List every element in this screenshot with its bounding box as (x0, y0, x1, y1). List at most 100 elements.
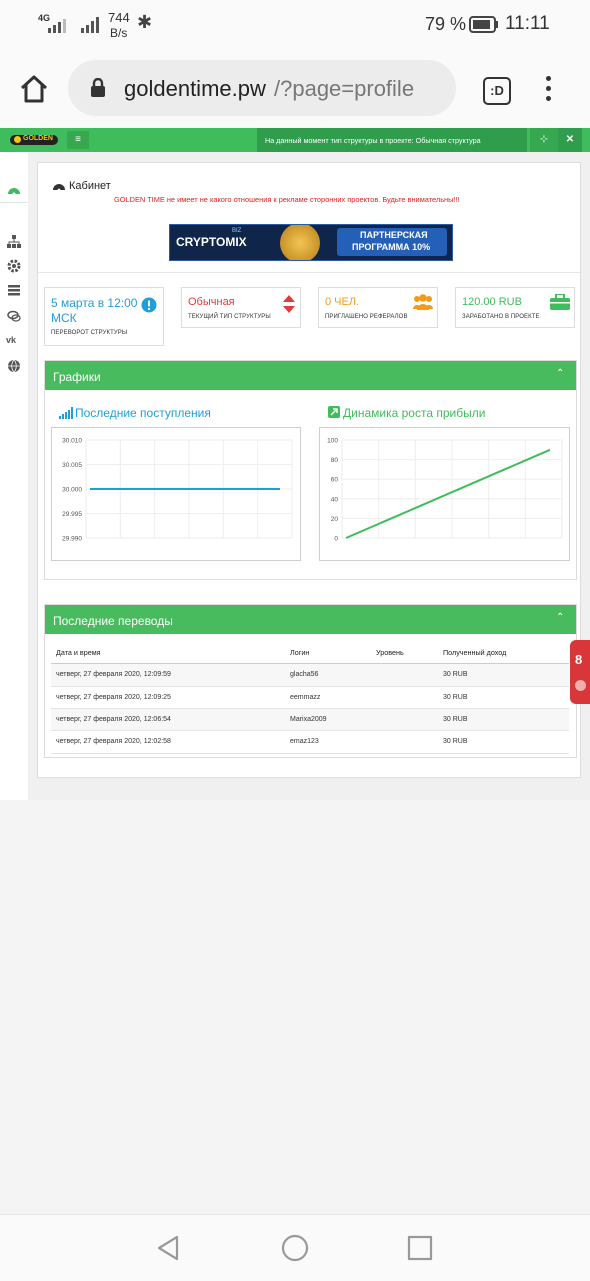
structure-notice-bar: На данный момент тип структуры в проекте… (257, 128, 527, 152)
battery-icon (469, 16, 498, 33)
side-tab-dot-icon (575, 680, 586, 691)
info-icon (141, 297, 157, 313)
menu-toggle-button[interactable]: ≡ (67, 131, 89, 149)
row-date: четверг, 27 февраля 2020, 12:09:59 (56, 671, 171, 678)
stat-label: Переворот структуры (51, 330, 128, 336)
col-date: Дата и время (56, 648, 101, 657)
signal-icon-2 (81, 17, 99, 33)
stat-value: 0 ЧЕЛ. (325, 296, 360, 308)
col-level: Уровень (376, 648, 404, 657)
url-path: /?page=profile (274, 76, 415, 101)
y-tick-label: 80 (331, 457, 339, 464)
row-income: 30 RUB (443, 716, 468, 723)
close-button[interactable]: ✕ (558, 128, 582, 152)
cabinet-panel: Кабинет GOLDEN TIME не имеет не какого о… (37, 162, 581, 778)
tabs-button[interactable]: :D (483, 77, 511, 105)
row-income: 30 RUB (443, 671, 468, 678)
site-logo[interactable]: GOLDEN (10, 135, 58, 145)
stat-label: Текущий тип структуры (188, 314, 271, 320)
collapse-icon[interactable]: ⌃ (556, 612, 564, 623)
right-chart-svg: 100 80 60 40 20 0 (327, 438, 563, 543)
sitemap-icon: ⊹ (539, 134, 549, 145)
overflow-menu-icon[interactable] (546, 76, 552, 104)
y-tick-label: 29.995 (62, 511, 82, 518)
back-icon[interactable] (155, 1234, 181, 1262)
y-tick-label: 30.000 (62, 487, 82, 494)
bluetooth-icon: ✱ (137, 12, 153, 32)
y-tick-label: 29.990 (62, 536, 82, 543)
home-icon[interactable] (18, 74, 50, 104)
lock-icon (91, 78, 105, 97)
sort-icon (283, 295, 295, 313)
vk-icon[interactable]: vk (6, 335, 16, 345)
side-tab-label: 8 (575, 652, 583, 667)
left-chart: 30.010 30.005 30.000 29.995 29.990 (51, 427, 301, 561)
main-content: Кабинет GOLDEN TIME не имеет не какого о… (28, 152, 590, 800)
row-income: 30 RUB (443, 738, 468, 745)
home-circle-icon[interactable] (281, 1234, 309, 1262)
stat-referrals: 0 ЧЕЛ. Приглашено рефералов (318, 287, 438, 328)
graphs-panel: Графики ⌃ Последние поступления Динамика… (44, 360, 577, 580)
dashboard-icon (8, 188, 20, 196)
sitemap-button[interactable]: ⊹ (530, 128, 558, 152)
stat-structure-type: Обычная Текущий тип структуры (181, 287, 301, 328)
close-icon: ✕ (565, 134, 575, 145)
structure-notice: На данный момент тип структуры в проекте… (265, 136, 481, 145)
floating-side-tab[interactable]: 8 (570, 640, 590, 704)
table-row: четверг, 27 февраля 2020, 12:09:25 eemma… (51, 686, 569, 709)
stat-earned: 120.00 RUB Заработано в проекте (455, 287, 575, 328)
system-nav-bar (0, 1214, 590, 1281)
row-date: четверг, 27 февраля 2020, 12:09:25 (56, 694, 171, 701)
row-income: 30 RUB (443, 694, 468, 701)
globe-icon[interactable] (6, 358, 22, 374)
transfers-panel: Последние переводы ⌃ Дата и время Логин … (44, 604, 577, 758)
col-login: Логин (290, 648, 310, 657)
row-date: четверг, 27 февраля 2020, 12:06:54 (56, 716, 171, 723)
row-login: Marixa2009 (290, 716, 327, 723)
left-chart-title: Последние поступления (75, 406, 211, 420)
row-login: glacha56 (290, 671, 319, 678)
chat-icon[interactable] (6, 308, 22, 324)
row-login: emaz123 (290, 738, 319, 745)
external-link-icon (328, 406, 340, 418)
hamburger-icon: ≡ (75, 134, 81, 145)
briefcase-icon (550, 294, 570, 310)
left-chart-svg: 30.010 30.005 30.000 29.995 29.990 (62, 438, 293, 543)
list-icon[interactable] (6, 282, 22, 298)
row-date: четверг, 27 февраля 2020, 12:02:58 (56, 738, 171, 745)
graphs-title: Графики (53, 370, 101, 384)
right-chart-title: Динамика роста прибыли (343, 406, 486, 420)
transfers-header[interactable]: Последние переводы ⌃ (45, 605, 576, 634)
y-tick-label: 60 (331, 477, 339, 484)
y-tick-label: 20 (331, 516, 339, 523)
cabinet-title: Кабинет (69, 180, 111, 192)
clock: 11:11 (505, 13, 550, 34)
cryptomix-banner[interactable]: CRYPTOMIX BIZ ПАРТНЕРСКАЯ ПРОГРАММА 10% (169, 224, 453, 261)
recents-icon[interactable] (407, 1235, 433, 1261)
speed-unit: B/s (110, 26, 128, 40)
row-login: eemmazz (290, 694, 321, 701)
browser-toolbar: goldentime.pw /?page=profile :D (0, 50, 590, 128)
col-income: Полученный доход (443, 648, 507, 657)
signal-bars-icon (59, 407, 73, 419)
site-header: GOLDEN ≡ На данный момент тип структуры … (0, 128, 590, 152)
collapse-icon[interactable]: ⌃ (556, 368, 564, 379)
warning-text: GOLDEN TIME не имеет не какого отношения… (114, 195, 460, 204)
y-tick-label: 40 (331, 496, 339, 503)
gear-icon[interactable] (6, 258, 22, 274)
address-bar[interactable]: goldentime.pw /?page=profile (68, 60, 456, 116)
table-row: четверг, 27 февраля 2020, 12:09:59 glach… (51, 664, 569, 686)
table-row: четверг, 27 февраля 2020, 12:06:54 Marix… (51, 708, 569, 731)
y-tick-label: 30.010 (62, 438, 82, 445)
battery-percent: 79 % (425, 14, 467, 34)
sitemap-icon[interactable] (6, 234, 22, 250)
sidebar-item-dashboard[interactable] (0, 178, 28, 203)
transfers-title: Последние переводы (53, 614, 173, 628)
right-chart: 100 80 60 40 20 0 (319, 427, 570, 561)
stat-value: Обычная (188, 296, 235, 308)
stat-value: 5 марта в 12:00 МСК (51, 296, 138, 325)
speed-value: 744 (108, 10, 130, 25)
y-tick-label: 30.005 (62, 462, 82, 469)
graphs-header[interactable]: Графики ⌃ (45, 361, 576, 390)
table-header: Дата и время Логин Уровень Полученный до… (51, 643, 569, 663)
